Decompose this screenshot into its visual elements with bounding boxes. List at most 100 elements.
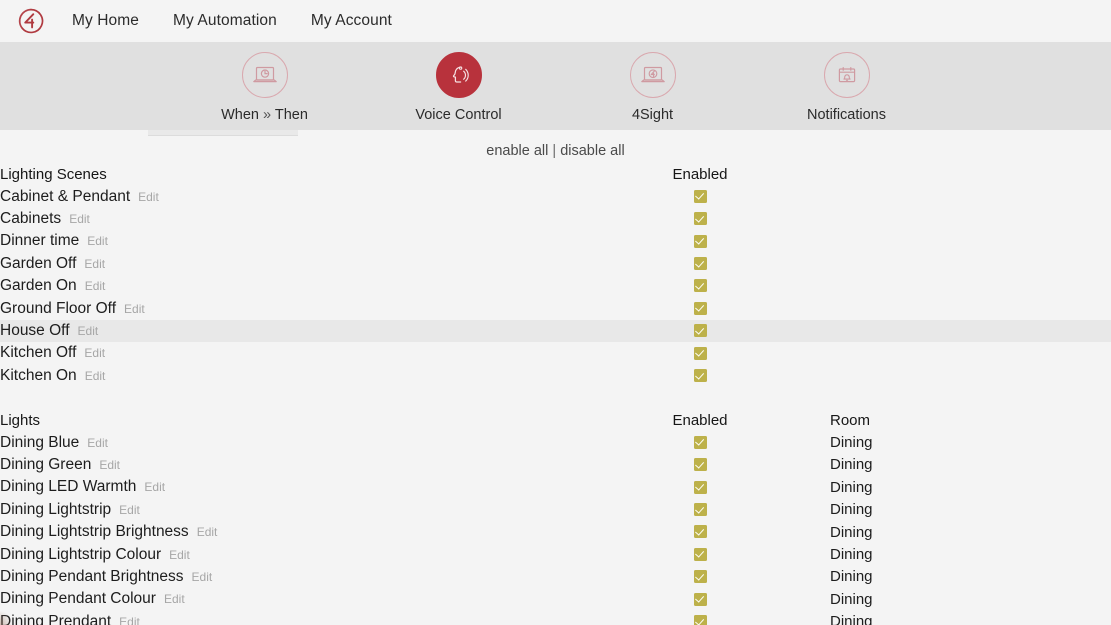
edit-link[interactable]: Edit xyxy=(84,346,105,360)
toolbar-label-notifications: Notifications xyxy=(807,107,886,123)
toolbar-item-notifications[interactable]: Notifications xyxy=(787,52,907,123)
enabled-checkbox[interactable] xyxy=(693,346,707,360)
row-room-cell: Dining xyxy=(830,568,873,586)
enabled-checkbox[interactable] xyxy=(693,212,707,226)
enabled-checkbox[interactable] xyxy=(693,547,707,561)
edit-link[interactable]: Edit xyxy=(164,592,185,606)
table-row[interactable]: House Off Edit xyxy=(0,319,1111,343)
edit-link[interactable]: Edit xyxy=(144,480,165,494)
enabled-checkbox[interactable] xyxy=(693,570,707,584)
enabled-checkbox[interactable] xyxy=(693,503,707,517)
toolbar-item-voice-control[interactable]: Voice Control xyxy=(399,52,519,123)
enabled-checkbox[interactable] xyxy=(693,458,707,472)
row-name-cell: Dining Green Edit xyxy=(0,454,570,476)
table-row[interactable]: Dining Prendant Edit Dining xyxy=(0,611,1111,625)
enabled-checkbox[interactable] xyxy=(693,234,707,248)
enabled-checkbox[interactable] xyxy=(693,279,707,293)
edit-link[interactable]: Edit xyxy=(169,548,190,562)
enabled-checkbox[interactable] xyxy=(693,525,707,539)
enable-all-link[interactable]: enable all xyxy=(486,143,548,159)
row-enabled-cell xyxy=(570,319,830,343)
table-row[interactable]: Kitchen On Edit xyxy=(0,365,1111,387)
row-enabled-cell xyxy=(570,297,830,319)
enabled-checkbox[interactable] xyxy=(693,257,707,271)
toolbar-label-4sight: 4Sight xyxy=(631,107,674,123)
edit-link[interactable]: Edit xyxy=(85,369,106,383)
row-enabled-cell xyxy=(570,208,830,230)
row-enabled-cell xyxy=(570,611,830,625)
enabled-checkbox[interactable] xyxy=(693,324,707,338)
row-enabled-cell xyxy=(570,521,830,543)
enabled-checkbox[interactable] xyxy=(693,189,707,203)
table-row[interactable]: Garden On Edit xyxy=(0,275,1111,297)
edit-link[interactable]: Edit xyxy=(84,257,105,271)
edit-link[interactable]: Edit xyxy=(119,615,140,625)
row-name-cell: Garden Off Edit xyxy=(0,253,570,275)
lights-enabled-header: Enabled xyxy=(672,411,728,429)
row-room-cell: Dining xyxy=(830,546,873,564)
edit-link[interactable]: Edit xyxy=(85,279,106,293)
nav-link-my-automation[interactable]: My Automation xyxy=(173,12,277,30)
table-row[interactable]: Dining Pendant Brightness Edit Dining xyxy=(0,566,1111,588)
toolbar-item-when-then[interactable]: When » Then xyxy=(205,52,325,123)
row-name: Cabinets xyxy=(0,209,62,227)
nav-link-my-home[interactable]: My Home xyxy=(72,12,139,30)
row-name: Kitchen On xyxy=(0,366,77,384)
lighting-scenes-header-row: Lighting Scenes Enabled xyxy=(0,163,1111,185)
edit-link[interactable]: Edit xyxy=(197,525,218,539)
row-name: Dining Pendant Colour xyxy=(0,590,156,608)
edit-link[interactable]: Edit xyxy=(124,302,145,316)
chevron-double-right-icon: » xyxy=(263,107,272,123)
table-row[interactable]: Cabinets Edit xyxy=(0,208,1111,230)
edit-link[interactable]: Edit xyxy=(69,212,90,226)
table-row[interactable]: Ground Floor Off Edit xyxy=(0,297,1111,319)
enabled-checkbox[interactable] xyxy=(693,301,707,315)
table-row[interactable]: Dinner time Edit xyxy=(0,230,1111,252)
row-room-cell: Dining xyxy=(830,501,873,519)
enabled-checkbox[interactable] xyxy=(693,592,707,606)
edit-link[interactable]: Edit xyxy=(87,234,108,248)
table-row[interactable]: Dining Lightstrip Brightness Edit Dining xyxy=(0,521,1111,543)
table-row[interactable]: Garden Off Edit xyxy=(0,253,1111,275)
row-enabled-cell xyxy=(570,275,830,297)
table-row[interactable]: Dining LED Warmth Edit Dining xyxy=(0,476,1111,498)
nav-link-my-account[interactable]: My Account xyxy=(311,12,392,30)
lights-room-header: Room xyxy=(830,411,871,429)
row-name: Ground Floor Off xyxy=(0,299,117,317)
edit-link[interactable]: Edit xyxy=(119,503,140,517)
row-spacer-cell xyxy=(830,319,1111,343)
row-name: Dinner time xyxy=(0,232,80,250)
table-row[interactable]: Dining Lightstrip Edit Dining xyxy=(0,499,1111,521)
disable-all-link[interactable]: disable all xyxy=(560,143,625,159)
edit-link[interactable]: Edit xyxy=(99,458,120,472)
enabled-checkbox[interactable] xyxy=(693,614,707,625)
row-name: House Off xyxy=(0,321,70,339)
control4-logo-icon[interactable] xyxy=(16,6,46,36)
toolbar-label-voice-control: Voice Control xyxy=(415,107,502,123)
table-row[interactable]: Cabinet & Pendant Edit xyxy=(0,185,1111,207)
calendar-bell-icon xyxy=(823,52,870,98)
table-row[interactable]: Dining Blue Edit Dining xyxy=(0,431,1111,453)
main-content-area: enable all | disable all Lighting Scenes… xyxy=(0,130,1111,625)
edit-link[interactable]: Edit xyxy=(87,436,108,450)
scrolled-partial-row xyxy=(148,130,298,136)
enabled-checkbox[interactable] xyxy=(693,368,707,382)
table-row[interactable]: Dining Green Edit Dining xyxy=(0,454,1111,476)
row-name: Dining LED Warmth xyxy=(0,478,137,496)
row-enabled-cell xyxy=(570,431,830,453)
enabled-checkbox[interactable] xyxy=(693,435,707,449)
enabled-checkbox[interactable] xyxy=(693,480,707,494)
edit-link[interactable]: Edit xyxy=(192,570,213,584)
row-room-cell: Dining xyxy=(830,523,873,541)
edit-link[interactable]: Edit xyxy=(138,190,159,204)
table-row[interactable]: Kitchen Off Edit xyxy=(0,342,1111,364)
laptop-clock-icon xyxy=(241,52,288,98)
table-row[interactable]: Dining Lightstrip Colour Edit Dining xyxy=(0,543,1111,565)
row-name-cell: Garden On Edit xyxy=(0,275,570,297)
edit-link[interactable]: Edit xyxy=(78,324,99,338)
row-name: Dining Lightstrip xyxy=(0,500,112,518)
row-room-cell: Dining xyxy=(830,613,873,625)
lighting-scenes-title: Lighting Scenes xyxy=(0,165,107,183)
toolbar-item-4sight[interactable]: 4Sight xyxy=(593,52,713,123)
table-row[interactable]: Dining Pendant Colour Edit Dining xyxy=(0,588,1111,610)
